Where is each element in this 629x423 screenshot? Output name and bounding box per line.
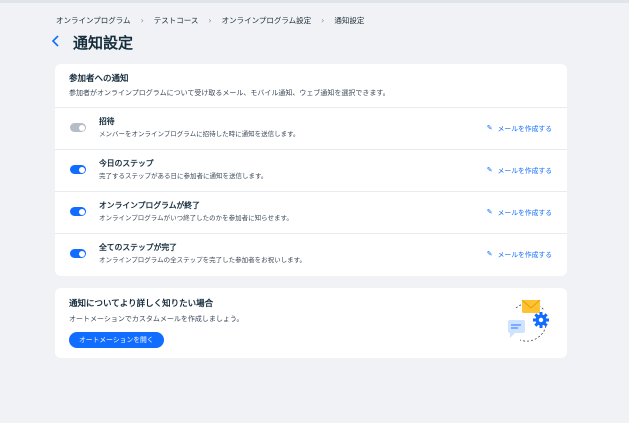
toggle-knob <box>78 166 85 173</box>
toggle-knob <box>78 250 85 257</box>
top-border <box>0 0 629 3</box>
section-title: 参加者への通知 <box>69 74 129 84</box>
compose-email-label: メールを作成する <box>497 209 552 217</box>
row-title: オンラインプログラムが終了 <box>99 201 200 210</box>
row-description: メンバーをオンラインプログラムに招待した時に通知を送信します。 <box>99 130 300 138</box>
breadcrumb-item-program-settings[interactable]: オンラインプログラム設定 <box>222 15 312 26</box>
breadcrumb: オンラインプログラム › テストコース › オンラインプログラム設定 › 通知設… <box>56 15 364 26</box>
breadcrumb-item-current: 通知設定 <box>334 16 365 25</box>
compose-email-label: メールを作成する <box>497 251 552 259</box>
pencil-icon: ✎ <box>486 250 493 258</box>
program-ended-toggle[interactable] <box>70 207 86 216</box>
invite-toggle[interactable] <box>70 123 86 132</box>
toggle-knob <box>78 208 85 215</box>
toggle-knob <box>78 124 85 131</box>
row-title: 招待 <box>99 117 115 126</box>
chevron-right-icon: › <box>208 16 212 25</box>
pencil-icon: ✎ <box>486 208 493 216</box>
section-subtitle: 参加者がオンラインプログラムについて受け取るメール、モバイル通知、ウェブ通知を選… <box>69 89 390 97</box>
compose-email-label: メールを作成する <box>497 167 552 175</box>
row-description: オンラインプログラムがいつ終了したのかを参加者に知らせます。 <box>99 214 293 222</box>
compose-email-label: メールを作成する <box>497 125 552 133</box>
breadcrumb-item-programs[interactable]: オンラインプログラム <box>56 15 131 26</box>
compose-email-link[interactable]: ✎ メールを作成する <box>487 165 552 175</box>
notification-row-todays-step: 今日のステップ 完了するステップがある日に参加者に通知を送信します。 ✎ メール… <box>55 150 567 192</box>
page-header: 通知設定 <box>51 32 133 53</box>
row-description: オンラインプログラムの全ステップを完了した参加者をお祝いします。 <box>99 256 306 264</box>
pencil-icon: ✎ <box>486 124 493 132</box>
learn-more-description: オートメーションでカスタムメールを作成しましょう。 <box>69 315 244 323</box>
chevron-right-icon: › <box>321 16 325 25</box>
breadcrumb-item-course[interactable]: テストコース <box>154 15 199 26</box>
compose-email-link[interactable]: ✎ メールを作成する <box>487 207 552 217</box>
todays-step-toggle[interactable] <box>70 165 86 174</box>
row-description: 完了するステップがある日に参加者に通知を送信します。 <box>99 172 268 180</box>
learn-more-title: 通知についてより詳しく知りたい場合 <box>69 299 214 309</box>
row-title: 今日のステップ <box>99 159 154 168</box>
row-title: 全てのステップが完了 <box>99 243 177 252</box>
notification-row-invite: 招待 メンバーをオンラインプログラムに招待した時に通知を送信します。 ✎ メール… <box>55 108 567 150</box>
compose-email-link[interactable]: ✎ メールを作成する <box>487 249 552 259</box>
participant-notifications-card: 参加者への通知 参加者がオンラインプログラムについて受け取るメール、モバイル通知… <box>55 64 567 276</box>
learn-more-card: 通知についてより詳しく知りたい場合 オートメーションでカスタムメールを作成しまし… <box>55 288 567 358</box>
chevron-right-icon: › <box>140 16 144 25</box>
automation-illustration-icon <box>508 299 549 342</box>
pencil-icon: ✎ <box>486 166 493 174</box>
compose-email-link[interactable]: ✎ メールを作成する <box>487 123 552 133</box>
all-steps-complete-toggle[interactable] <box>70 249 86 258</box>
open-automation-button[interactable]: オートメーションを開く <box>69 332 164 348</box>
notification-row-all-steps-complete: 全てのステップが完了 オンラインプログラムの全ステップを完了した参加者をお祝いし… <box>55 234 567 276</box>
chevron-left-icon[interactable] <box>51 34 71 52</box>
section-header: 参加者への通知 参加者がオンラインプログラムについて受け取るメール、モバイル通知… <box>55 64 567 108</box>
notification-row-program-ended: オンラインプログラムが終了 オンラインプログラムがいつ終了したのかを参加者に知ら… <box>55 192 567 234</box>
page-title: 通知設定 <box>73 34 134 52</box>
